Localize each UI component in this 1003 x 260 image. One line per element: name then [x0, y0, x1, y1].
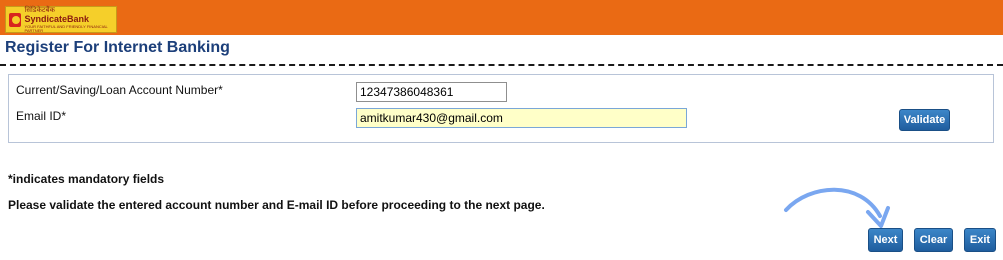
- section-divider: [0, 64, 1003, 66]
- exit-button[interactable]: Exit: [964, 228, 996, 252]
- account-number-input[interactable]: [356, 82, 507, 102]
- clear-button[interactable]: Clear: [914, 228, 953, 252]
- email-label: Email ID*: [16, 109, 67, 123]
- instruction-text: Please validate the entered account numb…: [8, 198, 545, 212]
- account-number-label: Current/Saving/Loan Account Number*: [16, 83, 223, 97]
- registration-form: Current/Saving/Loan Account Number* Emai…: [8, 74, 994, 143]
- next-button[interactable]: Next: [868, 228, 903, 252]
- mandatory-note: *indicates mandatory fields: [8, 172, 165, 186]
- logo-hindi-text: सिंडिकेटबैंक: [24, 5, 55, 14]
- validate-button[interactable]: Validate: [899, 109, 950, 131]
- logo-tagline-text: YOUR FAITHFUL AND FRIENDLY FINANCIAL PAR…: [24, 23, 108, 33]
- logo-emblem-icon: [9, 12, 22, 27]
- bank-logo[interactable]: सिंडिकेटबैंक SyndicateBank YOUR FAITHFUL…: [5, 6, 117, 33]
- email-input[interactable]: [356, 108, 687, 128]
- top-banner: सिंडिकेटबैंक SyndicateBank YOUR FAITHFUL…: [0, 0, 1003, 35]
- curved-arrow-icon: [784, 187, 890, 228]
- logo-name-text: SyndicateBank: [24, 13, 89, 24]
- page-title: Register For Internet Banking: [5, 39, 230, 56]
